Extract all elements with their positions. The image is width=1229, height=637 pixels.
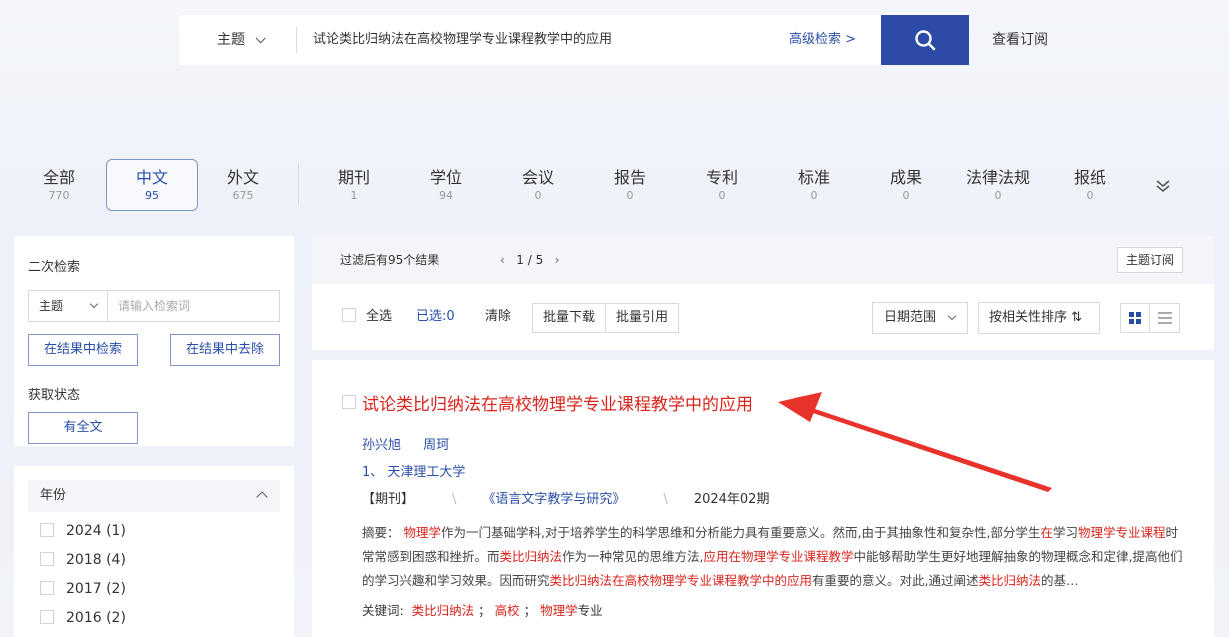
select-all[interactable]: 全选 bbox=[342, 284, 392, 350]
year-item-2017[interactable]: 2017 (2) bbox=[40, 579, 126, 599]
secondary-search-input[interactable]: 请输入检索词 bbox=[108, 290, 280, 322]
divider bbox=[298, 163, 299, 205]
batch-cite-button[interactable]: 批量引用 bbox=[605, 304, 678, 332]
result-keywords: 关键词: 类比归纳法 ； 高校 ； 物理学专业 bbox=[362, 603, 603, 618]
tab-conference[interactable]: 会议 0 bbox=[492, 167, 584, 203]
search-in-results-button[interactable]: 在结果中检索 bbox=[28, 334, 138, 366]
year-filter-panel: 年份 2024 (1) 2018 (4) 2017 (2) 2016 (2) bbox=[14, 466, 294, 637]
search-button[interactable] bbox=[881, 15, 969, 65]
tab-report[interactable]: 报告 0 bbox=[584, 167, 676, 203]
pagination: ‹ 1 / 5 › bbox=[500, 253, 560, 267]
search-bar: 主题 试论类比归纳法在高校物理学专业课程教学中的应用 高级检索 > bbox=[179, 15, 881, 65]
result-meta: 【期刊】 \ 《语言文字教学与研究》 \ 2024年02期 bbox=[362, 492, 770, 507]
secondary-search-title: 二次检索 bbox=[28, 260, 81, 275]
tab-journal[interactable]: 期刊 1 bbox=[308, 167, 400, 203]
next-page-icon[interactable]: › bbox=[555, 253, 560, 267]
year-filter-header[interactable]: 年份 bbox=[28, 480, 280, 512]
checkbox[interactable] bbox=[40, 523, 54, 537]
checkbox[interactable] bbox=[40, 610, 54, 624]
results-summary-bar: 过滤后有95个结果 ‹ 1 / 5 › 主题订阅 bbox=[312, 236, 1214, 284]
year-item-2016[interactable]: 2016 (2) bbox=[40, 608, 126, 628]
keyword-link[interactable]: 高校 bbox=[495, 603, 520, 618]
keyword-link[interactable]: 类比归纳法 bbox=[412, 603, 475, 618]
tab-all[interactable]: 全部 770 bbox=[13, 167, 105, 203]
list-view-button[interactable] bbox=[1150, 303, 1180, 333]
result-title[interactable]: 试论类比归纳法在高校物理学专业课程教学中的应用 bbox=[362, 390, 753, 415]
checkbox[interactable] bbox=[342, 395, 356, 409]
search-icon bbox=[915, 30, 936, 51]
topic-subscribe-button[interactable]: 主题订阅 bbox=[1117, 247, 1183, 273]
status-title: 获取状态 bbox=[28, 388, 81, 403]
view-subscriptions-link[interactable]: 查看订阅 bbox=[992, 15, 1048, 65]
date-range-select[interactable]: 日期范围 bbox=[872, 302, 968, 334]
secondary-search-panel: 二次检索 主题 请输入检索词 在结果中检索 在结果中去除 获取状态 有全文 bbox=[14, 236, 294, 446]
results-toolbar: 全选 已选:0 清除 批量下载 批量引用 日期范围 按相关性排序 ⇅ bbox=[312, 284, 1214, 350]
chevron-down-icon bbox=[89, 299, 99, 309]
grid-view-button[interactable] bbox=[1120, 303, 1150, 333]
result-abstract: 摘要： 物理学作为一门基础学科,对于培养学生的科学思维和分析能力具有重要意义。然… bbox=[362, 525, 1183, 588]
batch-actions: 批量下载 批量引用 bbox=[532, 303, 680, 333]
chevron-down-icon bbox=[947, 311, 957, 321]
search-field-select[interactable]: 主题 bbox=[217, 15, 266, 65]
journal-link[interactable]: 《语言文字教学与研究》 bbox=[482, 492, 625, 507]
exclude-from-results-button[interactable]: 在结果中去除 bbox=[170, 334, 280, 366]
keyword-link[interactable]: 物理学 bbox=[540, 603, 578, 618]
list-icon bbox=[1157, 312, 1172, 324]
chevron-up-icon bbox=[256, 491, 268, 503]
checkbox[interactable] bbox=[40, 552, 54, 566]
tab-newspaper[interactable]: 报纸 0 bbox=[1044, 167, 1136, 203]
result-authors: 孙兴旭 周珂 bbox=[362, 434, 449, 453]
result-count: 过滤后有95个结果 bbox=[340, 253, 440, 267]
author-link[interactable]: 孙兴旭 bbox=[362, 438, 401, 453]
search-input[interactable]: 试论类比归纳法在高校物理学专业课程教学中的应用 bbox=[313, 15, 612, 65]
double-chevron-down-icon bbox=[1156, 180, 1170, 193]
tab-law[interactable]: 法律法规 0 bbox=[952, 167, 1044, 203]
year-item-2024[interactable]: 2024 (1) bbox=[40, 521, 126, 541]
tab-degree[interactable]: 学位 94 bbox=[400, 167, 492, 203]
batch-download-button[interactable]: 批量下载 bbox=[533, 304, 605, 332]
checkbox[interactable] bbox=[40, 581, 54, 595]
author-link[interactable]: 周珂 bbox=[423, 438, 449, 453]
tab-patent[interactable]: 专利 0 bbox=[676, 167, 768, 203]
tab-foreign[interactable]: 外文 675 bbox=[197, 167, 289, 203]
sort-select[interactable]: 按相关性排序 ⇅ bbox=[978, 302, 1100, 334]
advanced-search-link[interactable]: 高级检索 > bbox=[789, 15, 856, 65]
divider bbox=[296, 27, 297, 53]
checkbox[interactable] bbox=[342, 308, 356, 322]
full-text-filter-button[interactable]: 有全文 bbox=[28, 412, 138, 444]
clear-button[interactable]: 清除 bbox=[485, 284, 511, 350]
year-item-2018[interactable]: 2018 (4) bbox=[40, 550, 126, 570]
chevron-down-icon bbox=[255, 33, 266, 44]
tab-chinese[interactable]: 中文 95 bbox=[106, 159, 198, 211]
selected-count: 已选:0 bbox=[416, 309, 455, 324]
result-organization[interactable]: 1、 天津理工大学 bbox=[362, 461, 465, 480]
secondary-field-select[interactable]: 主题 bbox=[28, 290, 108, 322]
grid-icon bbox=[1129, 312, 1141, 324]
expand-categories-button[interactable] bbox=[1155, 178, 1171, 194]
tab-standard[interactable]: 标准 0 bbox=[768, 167, 860, 203]
result-item: 试论类比归纳法在高校物理学专业课程教学中的应用 孙兴旭 周珂 1、 天津理工大学… bbox=[312, 360, 1214, 637]
prev-page-icon[interactable]: ‹ bbox=[500, 253, 505, 267]
tab-achievement[interactable]: 成果 0 bbox=[860, 167, 952, 203]
